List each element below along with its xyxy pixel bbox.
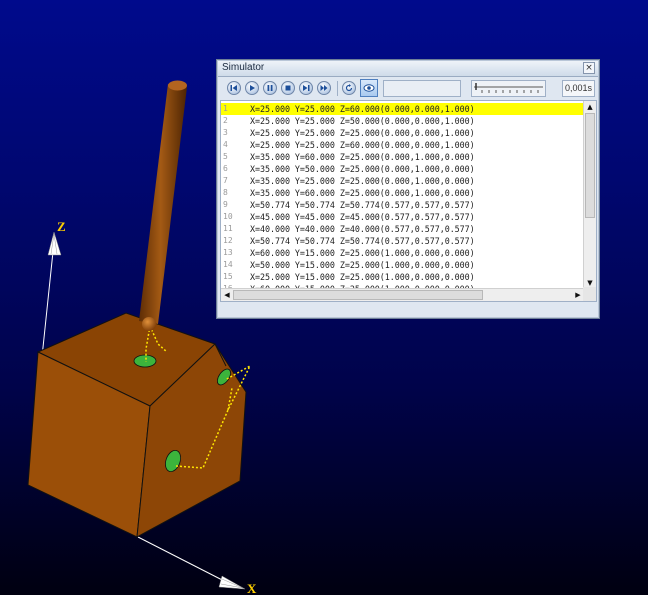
code-line[interactable]: 2 X=25.000 Y=25.000 Z=50.000(0.000,0.000,… <box>221 115 584 127</box>
line-text: X=25.000 Y=25.000 Z=60.000(0.000,0.000,1… <box>250 104 475 114</box>
code-line[interactable]: 3 X=25.000 Y=25.000 Z=25.000(0.000,0.000,… <box>221 127 584 139</box>
code-line[interactable]: 5 X=35.000 Y=60.000 Z=25.000(0.000,1.000,… <box>221 151 584 163</box>
code-line[interactable]: 15 X=25.000 Y=15.000 Z=25.000(1.000,0.000… <box>221 271 584 283</box>
line-number: 4 <box>223 140 228 149</box>
line-text: X=50.774 Y=50.774 Z=50.774(0.577,0.577,0… <box>250 200 475 210</box>
code-line[interactable]: 12 X=50.774 Y=50.774 Z=50.774(0.577,0.577… <box>221 235 584 247</box>
scroll-up-icon[interactable]: ▲ <box>584 101 596 113</box>
code-line[interactable]: 10 X=45.000 Y=45.000 Z=45.000(0.577,0.577… <box>221 211 584 223</box>
code-line[interactable]: 7 X=35.000 Y=25.000 Z=25.000(0.000,1.000,… <box>221 175 584 187</box>
step-forward-icon <box>303 85 310 91</box>
line-number: 1 <box>223 104 228 113</box>
code-line[interactable]: 13 X=60.000 Y=15.000 Z=25.000(1.000,0.000… <box>221 247 584 259</box>
view-toggle-button[interactable] <box>360 79 378 97</box>
close-button[interactable]: × <box>583 62 595 74</box>
pause-button[interactable] <box>263 81 277 95</box>
stop-button[interactable] <box>281 81 295 95</box>
code-line[interactable]: 11 X=40.000 Y=40.000 Z=40.000(0.577,0.577… <box>221 223 584 235</box>
line-text: X=45.000 Y=45.000 Z=45.000(0.577,0.577,0… <box>250 212 475 222</box>
line-text: X=35.000 Y=25.000 Z=25.000(0.000,1.000,0… <box>250 176 475 186</box>
playback-toolbar: 0,001s <box>219 78 597 99</box>
time-step-field[interactable]: 0,001s <box>562 80 595 97</box>
stop-icon <box>285 85 291 91</box>
code-line[interactable]: 4 X=25.000 Y=25.000 Z=60.000(0.000,0.000,… <box>221 139 584 151</box>
z-axis-cone-icon <box>47 231 62 256</box>
step-forward-button[interactable] <box>299 81 313 95</box>
line-number: 11 <box>223 224 233 233</box>
line-number: 8 <box>223 188 228 197</box>
line-text: X=60.000 Y=15.000 Z=25.000(1.000,0.000,0… <box>250 248 475 258</box>
play-icon <box>250 85 255 91</box>
line-number: 13 <box>223 248 233 257</box>
z-axis-label: Z <box>57 219 66 234</box>
scroll-corner <box>583 287 596 301</box>
go-to-start-icon <box>230 85 237 91</box>
line-number: 12 <box>223 236 233 245</box>
line-text: X=50.000 Y=15.000 Z=25.000(1.000,0.000,0… <box>250 260 475 270</box>
code-line[interactable]: 9 X=50.774 Y=50.774 Z=50.774(0.577,0.577,… <box>221 199 584 211</box>
tool-tip <box>142 317 156 331</box>
horizontal-scrollbar[interactable]: ◀ ▶ <box>221 288 584 301</box>
code-line[interactable]: 6 X=35.000 Y=50.000 Z=25.000(0.000,1.000,… <box>221 163 584 175</box>
code-line-current[interactable]: 1 X=25.000 Y=25.000 Z=60.000(0.000,0.000,… <box>221 103 584 115</box>
code-line[interactable]: 8 X=35.000 Y=60.000 Z=25.000(0.000,1.000,… <box>221 187 584 199</box>
line-text: X=25.000 Y=15.000 Z=25.000(1.000,0.000,0… <box>250 272 475 282</box>
line-text: X=35.000 Y=50.000 Z=25.000(0.000,1.000,0… <box>250 164 475 174</box>
go-to-end-button[interactable] <box>317 81 331 95</box>
vertical-scroll-thumb[interactable] <box>585 113 595 218</box>
vertical-scrollbar[interactable]: ▲ ▼ <box>583 101 596 289</box>
line-text: X=50.774 Y=50.774 Z=50.774(0.577,0.577,0… <box>250 236 475 246</box>
title-bar[interactable]: Simulator × <box>218 61 598 77</box>
toolbar-separator <box>337 81 338 96</box>
code-line[interactable]: 14 X=50.000 Y=15.000 Z=25.000(1.000,0.000… <box>221 259 584 271</box>
scroll-left-icon[interactable]: ◀ <box>221 289 233 301</box>
slider-ticks <box>474 83 543 93</box>
line-number: 9 <box>223 200 228 209</box>
line-number: 14 <box>223 260 233 269</box>
pause-icon <box>267 85 273 91</box>
horizontal-scroll-thumb[interactable] <box>233 290 483 300</box>
line-text: X=35.000 Y=60.000 Z=25.000(0.000,1.000,0… <box>250 188 475 198</box>
line-number: 10 <box>223 212 233 221</box>
x-axis-label: X <box>247 581 257 595</box>
line-number: 7 <box>223 176 228 185</box>
line-text: X=35.000 Y=60.000 Z=25.000(0.000,1.000,0… <box>250 152 475 162</box>
go-to-start-button[interactable] <box>227 81 241 95</box>
loop-button[interactable] <box>342 81 356 95</box>
line-number: 15 <box>223 272 233 281</box>
hole-top <box>133 354 157 368</box>
gcode-listing[interactable]: 1 X=25.000 Y=25.000 Z=60.000(0.000,0.000,… <box>220 100 597 302</box>
line-text: X=25.000 Y=25.000 Z=25.000(0.000,0.000,1… <box>250 128 475 138</box>
z-axis <box>41 241 55 358</box>
workpiece-block <box>27 312 247 538</box>
line-number: 5 <box>223 152 228 161</box>
simulator-window[interactable]: Simulator × 0,001s 1 X=25.000 Y=25.000 Z… <box>216 59 600 319</box>
line-text: X=25.000 Y=25.000 Z=50.000(0.000,0.000,1… <box>250 116 475 126</box>
play-button[interactable] <box>245 81 259 95</box>
x-axis-cone-icon <box>218 575 246 590</box>
line-number: 3 <box>223 128 228 137</box>
loop-icon <box>345 84 353 92</box>
speed-slider[interactable] <box>471 80 546 97</box>
eye-icon <box>363 84 375 92</box>
x-axis <box>137 536 233 586</box>
line-number: 2 <box>223 116 228 125</box>
line-text: X=40.000 Y=40.000 Z=40.000(0.577,0.577,0… <box>250 224 475 234</box>
status-field <box>383 80 461 97</box>
line-number: 6 <box>223 164 228 173</box>
window-title: Simulator <box>222 62 265 73</box>
line-text: X=25.000 Y=25.000 Z=60.000(0.000,0.000,1… <box>250 140 475 150</box>
go-to-end-icon <box>320 85 328 91</box>
cutting-tool <box>139 80 187 331</box>
